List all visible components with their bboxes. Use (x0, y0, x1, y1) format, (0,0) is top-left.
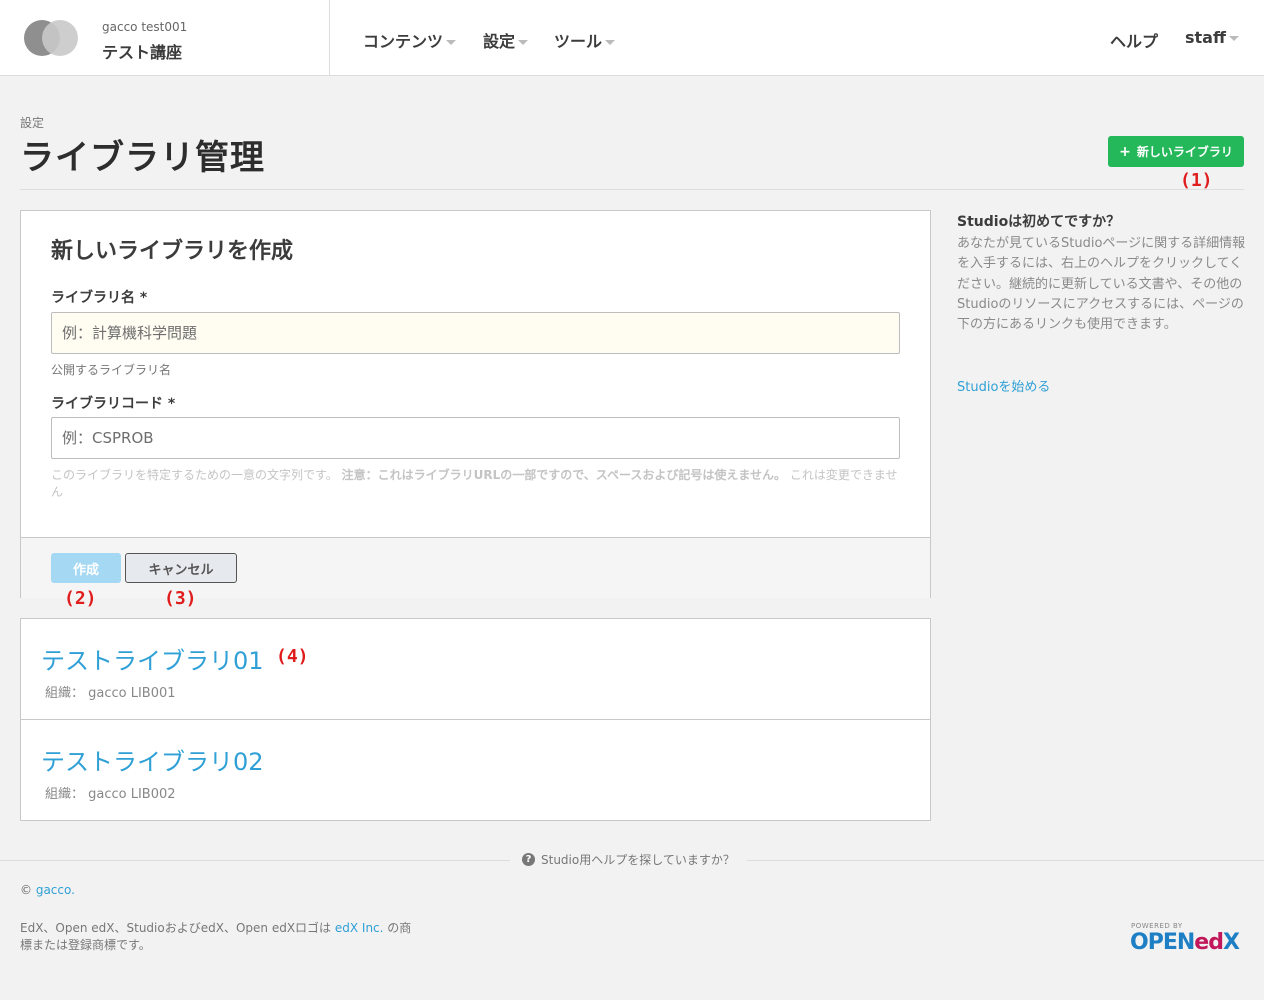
library-meta: 組織： gacco LIB001 (45, 686, 176, 701)
cancel-button[interactable]: キャンセル (125, 553, 237, 583)
copyright: © gacco. (20, 883, 75, 897)
new-library-label: 新しいライブラリ (1136, 145, 1233, 159)
nav-settings-menu[interactable]: 設定 (483, 28, 529, 52)
library-link[interactable]: テストライブラリ02 (41, 742, 264, 777)
help-find-link[interactable]: ? Studio用ヘルプを探していますか？ (510, 851, 747, 868)
nav-content-menu[interactable]: コンテンツ (363, 28, 457, 52)
new-library-form: 新しいライブラリを作成 ライブラリ名 * 公開するライブラリ名 ライブラリコード… (20, 210, 931, 598)
logo-open: OPEN (1130, 930, 1195, 955)
nav-tools-menu[interactable]: ツール (554, 28, 616, 52)
page-subtitle: 設定 (20, 116, 45, 130)
help-find-label: Studio用ヘルプを探していますか？ (541, 853, 735, 867)
course-brand[interactable]: gacco test001 テスト講座 (0, 0, 330, 76)
annotation-1: (1) (1180, 170, 1213, 191)
library-code-input[interactable] (51, 417, 900, 459)
top-header: gacco test001 テスト講座 コンテンツ 設定 ツール ヘルプ sta… (0, 0, 1264, 76)
nav-tools-label: ツール (554, 32, 603, 51)
chevron-down-icon (518, 40, 529, 45)
course-org: gacco test001 (102, 20, 188, 34)
gacco-link[interactable]: gacco. (36, 883, 75, 897)
powered-by-openedx-logo[interactable]: POWERED BY OPENedX (1130, 922, 1240, 955)
library-meta: 組織： gacco LIB002 (45, 787, 176, 802)
code-help-pre: このライブラリを特定するための一意の文字列です。 (51, 468, 338, 482)
library-name-input[interactable] (51, 312, 900, 354)
getting-started-link[interactable]: Studioを始める (957, 376, 1050, 395)
powered-by-label: POWERED BY (1131, 922, 1183, 930)
form-actions: 作成 キャンセル (21, 537, 930, 598)
new-library-button[interactable]: + 新しいライブラリ (1108, 136, 1244, 167)
annotation-2: (2) (64, 588, 97, 609)
library-code-label: ライブラリコード * (51, 396, 176, 412)
plus-icon: + (1119, 143, 1131, 160)
library-name-label: ライブラリ名 * (51, 290, 148, 306)
nav-settings-label: 設定 (483, 32, 516, 51)
user-menu[interactable]: staff (1185, 28, 1239, 47)
list-item[interactable]: テストライブラリ01 組織： gacco LIB001 (21, 619, 930, 720)
studio-logo-icon (24, 20, 78, 56)
sidebar-title: Studioは初めてですか？ (957, 214, 1121, 230)
nav-help-link[interactable]: ヘルプ (1110, 28, 1158, 52)
library-code-help: このライブラリを特定するための一意の文字列です。 注意：これはライブラリURLの… (51, 467, 901, 501)
library-list: テストライブラリ01 組織： gacco LIB001 テストライブラリ02 組… (20, 618, 931, 821)
logo-ed: ed (1194, 930, 1224, 955)
chevron-down-icon (1228, 36, 1239, 41)
create-button[interactable]: 作成 (51, 553, 121, 583)
library-name-help: 公開するライブラリ名 (51, 363, 172, 377)
chevron-down-icon (605, 40, 616, 45)
chevron-down-icon (446, 40, 457, 45)
edx-inc-link[interactable]: edX Inc. (335, 921, 384, 935)
nav-content-label: コンテンツ (363, 32, 444, 51)
page-title: ライブラリ管理 (20, 138, 265, 178)
annotation-3: (3) (164, 588, 197, 609)
list-item[interactable]: テストライブラリ02 組織： gacco LIB002 (21, 719, 930, 820)
annotation-4: (4) (276, 646, 309, 667)
sidebar-text: あなたが見ているStudioページに関する詳細情報を入手するには、右上のヘルプを… (957, 236, 1246, 333)
form-heading: 新しいライブラリを作成 (51, 239, 294, 264)
question-circle-icon: ? (522, 853, 535, 866)
library-link[interactable]: テストライブラリ01 (41, 641, 264, 676)
code-help-note: 注意：これはライブラリURLの一部ですので、スペースおよび記号は使えません。 (341, 468, 786, 482)
copyright-symbol: © (20, 883, 32, 897)
legal-notice: EdX、Open edX、StudioおよびedX、Open edXロゴは ed… (20, 920, 420, 954)
openedx-logo-icon: OPENedX (1130, 930, 1240, 955)
legal-pre: EdX、Open edX、StudioおよびedX、Open edXロゴは (20, 921, 332, 935)
user-name: staff (1185, 28, 1226, 47)
logo-x: X (1222, 930, 1240, 955)
title-divider (20, 189, 1244, 190)
course-title[interactable]: テスト講座 (102, 39, 182, 63)
